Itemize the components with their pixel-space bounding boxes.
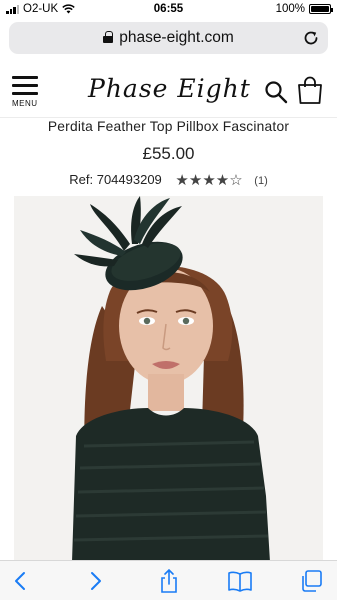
brand-logo[interactable]: Phase Eight: [88, 74, 250, 103]
hamburger-icon: [12, 76, 44, 95]
url-display[interactable]: phase-eight.com: [9, 29, 328, 47]
tabs-icon[interactable]: [299, 569, 325, 593]
shopping-bag-icon[interactable]: [297, 76, 323, 104]
status-right: 100%: [275, 3, 333, 15]
reload-icon[interactable]: [302, 29, 320, 47]
model-photo: [14, 196, 323, 562]
status-bar: O2-UK 06:55 100%: [0, 0, 337, 20]
site-header: MENU Phase Eight: [0, 62, 337, 118]
chevron-left-icon[interactable]: [8, 569, 34, 593]
browser-toolbar: [0, 560, 337, 600]
menu-button[interactable]: MENU: [12, 76, 44, 116]
menu-label: MENU: [12, 99, 38, 108]
ref-number: 704493209: [96, 172, 162, 187]
book-icon[interactable]: [227, 569, 253, 593]
battery-icon: [309, 4, 333, 14]
product-price: £55.00: [142, 144, 195, 163]
product-image[interactable]: [14, 196, 323, 562]
share-icon[interactable]: [156, 569, 182, 593]
star-rating[interactable]: ★★★★☆: [175, 171, 242, 189]
review-count[interactable]: (1): [254, 175, 267, 187]
url-text: phase-eight.com: [119, 29, 234, 46]
battery-percent: 100%: [275, 3, 305, 15]
chevron-right-icon[interactable]: [82, 569, 108, 593]
lock-icon: [103, 31, 114, 43]
address-bar[interactable]: phase-eight.com: [9, 22, 328, 54]
product-title: Perdita Feather Top Pillbox Fascinator: [47, 119, 290, 134]
ref-label: Ref:: [69, 172, 94, 187]
search-icon[interactable]: [264, 80, 288, 104]
product-ref-row: Ref: 704493209 ★★★★☆ (1): [0, 171, 337, 189]
